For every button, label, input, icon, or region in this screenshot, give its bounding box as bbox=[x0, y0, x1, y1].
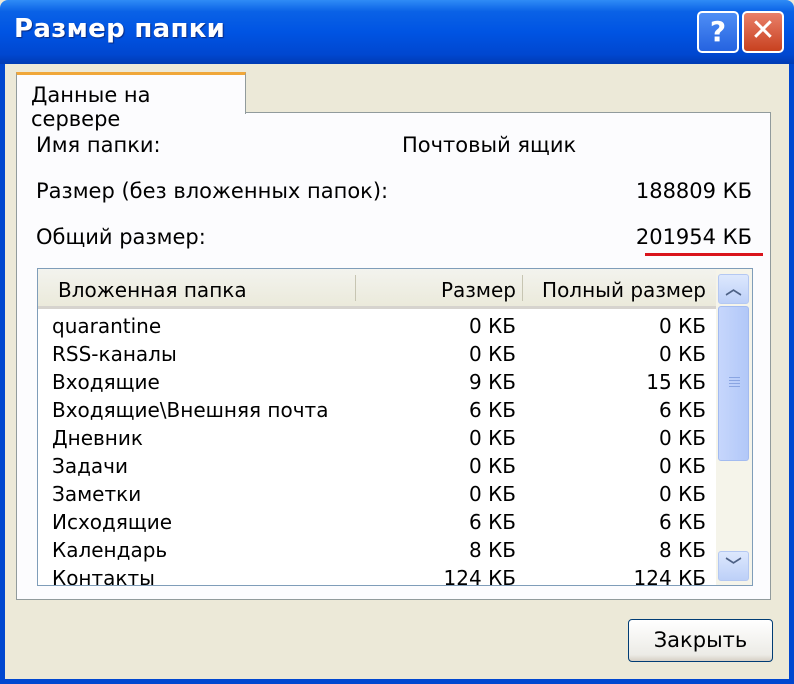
row-full-size: 6 КБ bbox=[658, 398, 706, 422]
table-row[interactable]: Дневник 0 КБ 0 КБ bbox=[38, 426, 716, 454]
row-size: 9 КБ bbox=[468, 370, 516, 394]
row-folder-name: Входящие bbox=[52, 370, 160, 394]
row-size: 124 КБ bbox=[443, 566, 516, 586]
scroll-down-button[interactable]: ﹀ bbox=[718, 551, 749, 581]
list-header: Вложенная папка Размер Полный размер bbox=[38, 269, 716, 309]
title-bar[interactable]: Размер папки ? ✕ bbox=[0, 0, 794, 64]
size-value: 188809 КБ bbox=[635, 179, 752, 203]
row-full-size: 6 КБ bbox=[658, 510, 706, 534]
close-window-button[interactable]: ✕ bbox=[742, 11, 784, 53]
row-full-size: 15 КБ bbox=[646, 370, 706, 394]
column-separator[interactable] bbox=[522, 275, 523, 301]
column-header-name[interactable]: Вложенная папка bbox=[58, 278, 247, 302]
grip-line bbox=[729, 386, 740, 387]
row-folder-name: quarantine bbox=[52, 314, 162, 338]
row-size: 6 КБ bbox=[468, 510, 516, 534]
help-button[interactable]: ? bbox=[697, 11, 739, 53]
grip-line bbox=[729, 377, 740, 378]
total-size-label: Общий размер: bbox=[36, 225, 206, 249]
row-size: 0 КБ bbox=[468, 454, 516, 478]
table-row[interactable]: Календарь 8 КБ 8 КБ bbox=[38, 538, 716, 566]
window-frame-right bbox=[789, 64, 794, 684]
row-folder-name: Календарь bbox=[52, 538, 168, 562]
row-folder-name: Заметки bbox=[52, 482, 142, 506]
highlight-underline bbox=[645, 253, 763, 256]
row-full-size: 8 КБ bbox=[658, 538, 706, 562]
scroll-up-button[interactable]: ︿ bbox=[718, 274, 749, 304]
vertical-scrollbar[interactable]: ︿ ﹀ bbox=[716, 269, 752, 585]
column-separator[interactable] bbox=[355, 275, 356, 301]
row-size: 0 КБ bbox=[468, 426, 516, 450]
column-header-full-size[interactable]: Полный размер bbox=[542, 278, 706, 302]
row-full-size: 0 КБ bbox=[658, 314, 706, 338]
row-size: 8 КБ bbox=[468, 538, 516, 562]
row-folder-name: Дневник bbox=[52, 426, 143, 450]
row-folder-name: Контакты bbox=[52, 566, 155, 586]
grip-line bbox=[729, 383, 740, 384]
table-row[interactable]: Задачи 0 КБ 0 КБ bbox=[38, 454, 716, 482]
folder-name-label: Имя папки: bbox=[36, 133, 161, 157]
table-row[interactable]: RSS-каналы 0 КБ 0 КБ bbox=[38, 342, 716, 370]
table-row[interactable]: Исходящие 6 КБ 6 КБ bbox=[38, 510, 716, 538]
row-folder-name: Входящие\Внешняя почта bbox=[52, 398, 329, 422]
window-frame-left bbox=[0, 64, 5, 684]
row-folder-name: Исходящие bbox=[52, 510, 173, 534]
table-row[interactable]: Входящие\Внешняя почта 6 КБ 6 КБ bbox=[38, 398, 716, 426]
row-full-size: 0 КБ bbox=[658, 482, 706, 506]
size-label: Размер (без вложенных папок): bbox=[36, 179, 389, 203]
row-full-size: 0 КБ bbox=[658, 454, 706, 478]
table-row[interactable]: Контакты 124 КБ 124 КБ bbox=[38, 566, 716, 586]
tab-server-data[interactable]: Данные на сервере bbox=[16, 72, 246, 131]
row-full-size: 0 КБ bbox=[658, 426, 706, 450]
row-full-size: 124 КБ bbox=[633, 566, 706, 586]
close-button[interactable]: Закрыть bbox=[628, 619, 773, 662]
row-size: 0 КБ bbox=[468, 342, 516, 366]
row-folder-name: RSS-каналы bbox=[52, 342, 177, 366]
row-full-size: 0 КБ bbox=[658, 342, 706, 366]
row-size: 0 КБ bbox=[468, 482, 516, 506]
row-size: 0 КБ bbox=[468, 314, 516, 338]
tab-label: Данные на сервере bbox=[31, 83, 151, 131]
scroll-thumb[interactable] bbox=[718, 306, 749, 461]
table-row[interactable]: Заметки 0 КБ 0 КБ bbox=[38, 482, 716, 510]
window-frame-bottom bbox=[0, 679, 794, 684]
row-size: 6 КБ bbox=[468, 398, 516, 422]
table-row[interactable]: Входящие 9 КБ 15 КБ bbox=[38, 370, 716, 398]
folder-name-value: Почтовый ящик bbox=[402, 133, 577, 157]
subfolder-list[interactable]: Вложенная папка Размер Полный размер qua… bbox=[37, 268, 753, 586]
row-folder-name: Задачи bbox=[52, 454, 128, 478]
total-size-value: 201954 КБ bbox=[635, 225, 752, 249]
column-header-size[interactable]: Размер bbox=[441, 278, 516, 302]
table-row[interactable]: quarantine 0 КБ 0 КБ bbox=[38, 314, 716, 342]
grip-line bbox=[729, 380, 740, 381]
window-title: Размер папки bbox=[14, 14, 226, 44]
